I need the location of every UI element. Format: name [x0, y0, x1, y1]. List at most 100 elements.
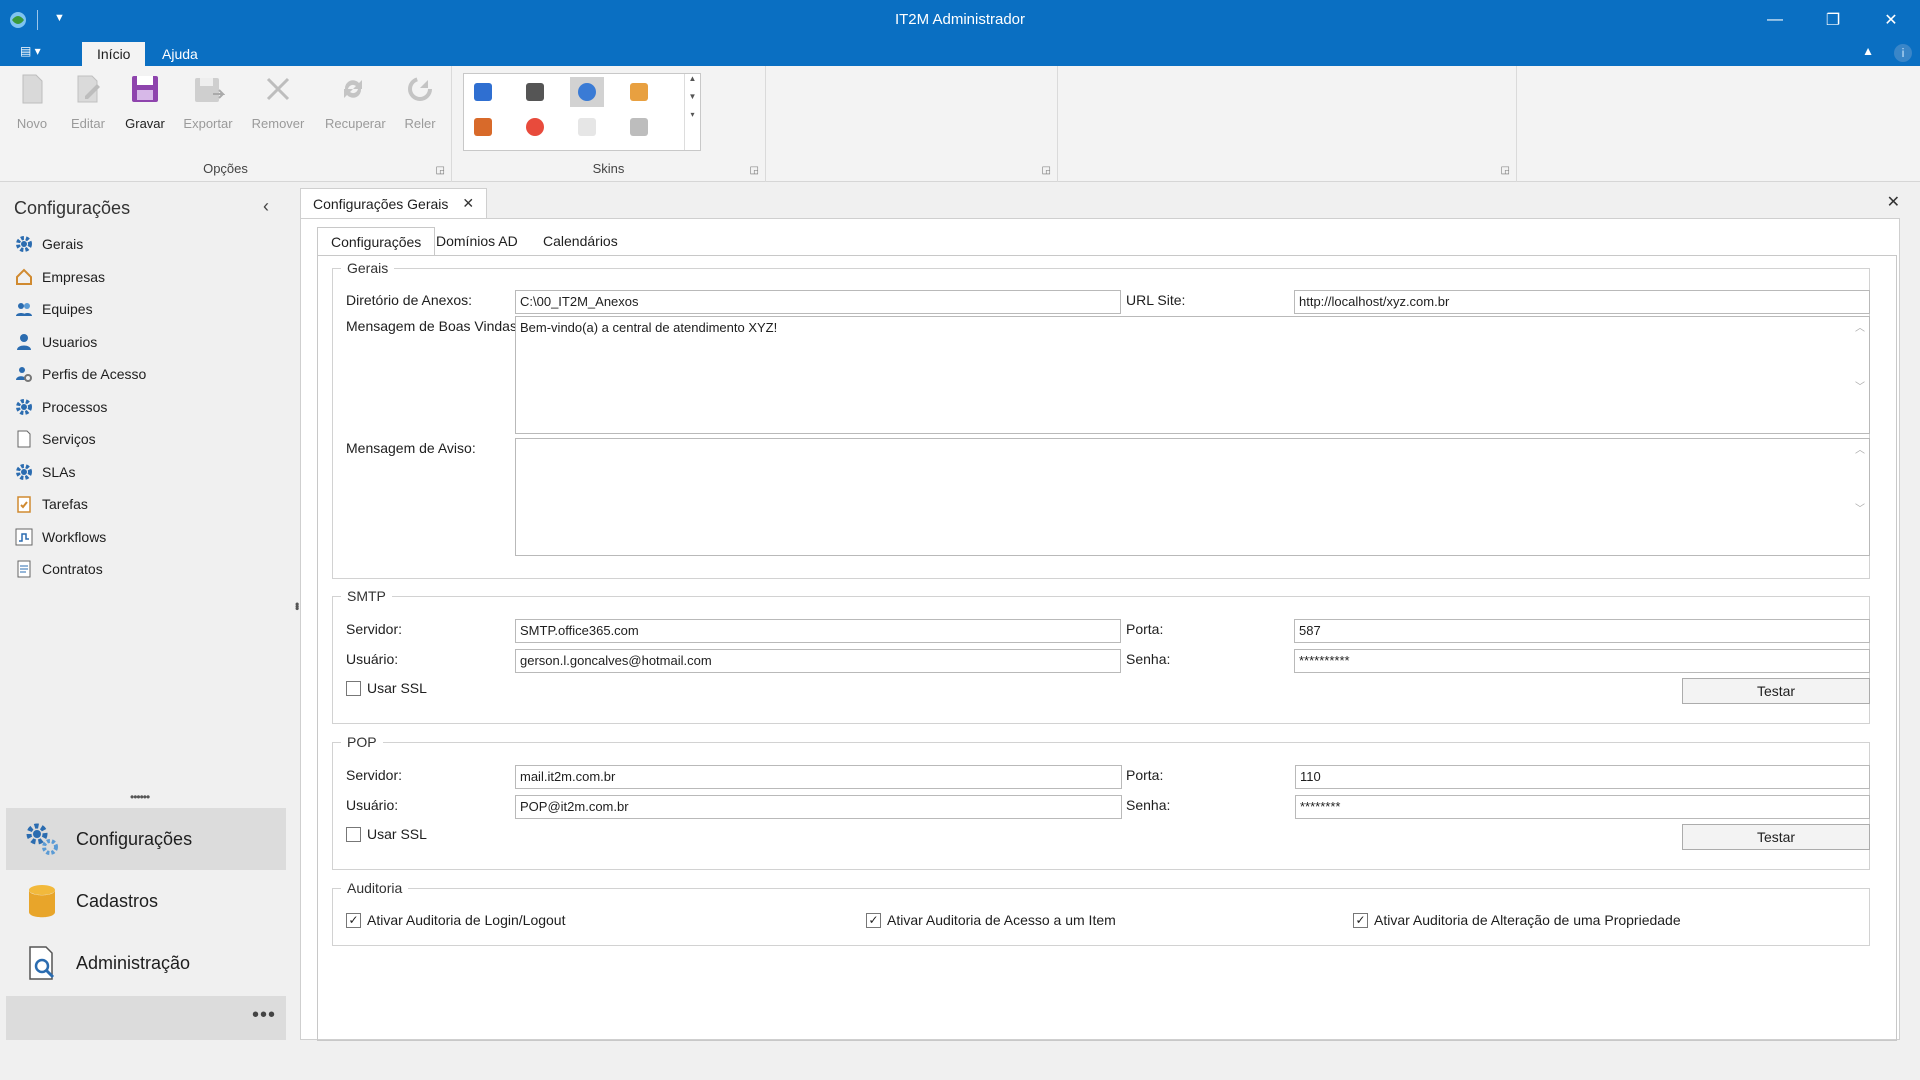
smtp-usar-ssl-checkbox[interactable]: Usar SSL — [346, 680, 427, 696]
group-pop-legend: POP — [347, 734, 377, 750]
sidebar-item-empresas[interactable]: Empresas — [14, 265, 105, 289]
checkbox-checked-icon[interactable]: ✓ — [866, 912, 881, 928]
restore-button[interactable]: ❐ — [1804, 0, 1862, 40]
sidebar-item-equipes[interactable]: Equipes — [14, 297, 93, 321]
gear-icon — [14, 462, 34, 482]
sidebar-item-usuarios[interactable]: Usuarios — [14, 330, 97, 354]
nav-group-configuracoes[interactable]: Configurações — [6, 808, 286, 870]
skin-option[interactable] — [570, 112, 604, 142]
boas-vindas-text: Bem-vindo(a) a central de atendimento XY… — [520, 320, 778, 335]
tab-ajuda[interactable]: Ajuda — [147, 42, 213, 66]
skin-option[interactable] — [518, 112, 552, 142]
tab-calendarios[interactable]: Calendários — [530, 227, 631, 255]
gravar-button[interactable]: Gravar — [117, 72, 173, 142]
smtp-testar-button[interactable]: Testar — [1682, 678, 1870, 704]
checkbox-checked-icon[interactable]: ✓ — [1353, 912, 1368, 928]
dialog-launcher-icon[interactable]: ◲ — [1501, 165, 1510, 176]
pop-servidor-field[interactable]: mail.it2m.com.br — [515, 765, 1122, 789]
skin-option[interactable] — [622, 112, 656, 142]
navigation-pane: Configurações ‹ Gerais Empresas Equipes … — [0, 182, 304, 1080]
group-smtp-legend: SMTP — [347, 588, 386, 604]
sidebar-item-perfis-de-acesso[interactable]: Perfis de Acesso — [14, 362, 146, 386]
pop-porta-field[interactable]: 110 — [1295, 765, 1870, 789]
sidebar-item-workflows[interactable]: Workflows — [14, 525, 106, 549]
novo-button[interactable]: Novo — [4, 72, 60, 142]
home-icon — [14, 267, 34, 287]
smtp-senha-field[interactable]: ********** — [1294, 649, 1870, 673]
checkbox-box[interactable] — [346, 826, 361, 842]
ribbon-group-skins: ▲ ▼ ▾ Skins ◲ — [452, 66, 766, 182]
textarea-scrollbar[interactable]: ︿ ﹀ — [1853, 319, 1867, 431]
gear-icon — [14, 397, 34, 417]
window-title: IT2M Administrador — [894, 11, 1026, 28]
gallery-scrollbar[interactable]: ▲ ▼ ▾ — [684, 74, 700, 150]
editar-button[interactable]: Editar — [60, 72, 116, 142]
application-menu-button[interactable]: ▤ ▾ — [20, 44, 60, 62]
remover-button[interactable]: Remover — [250, 72, 306, 142]
skin-option[interactable] — [466, 112, 500, 142]
dialog-launcher-icon[interactable]: ◲ — [436, 165, 445, 176]
pop-testar-button[interactable]: Testar — [1682, 824, 1870, 850]
collapse-pane-icon[interactable]: ‹ — [263, 196, 269, 217]
more-options-icon[interactable]: ••• — [252, 1004, 276, 1027]
auditoria-login-checkbox[interactable]: ✓ Ativar Auditoria de Login/Logout — [346, 912, 565, 928]
skin-option-selected[interactable] — [570, 77, 604, 107]
gear-icon — [14, 234, 34, 254]
recover-icon — [344, 80, 362, 98]
close-document-icon[interactable]: ✕ — [1887, 192, 1900, 212]
info-icon[interactable]: i — [1894, 44, 1912, 62]
smtp-usuario-field[interactable]: gerson.l.goncalves@hotmail.com — [515, 649, 1121, 673]
contract-icon — [14, 559, 34, 579]
tab-dominios-ad[interactable]: Domínios AD — [423, 227, 531, 255]
checkbox-checked-icon[interactable]: ✓ — [346, 912, 361, 928]
reler-button[interactable]: Reler — [392, 72, 448, 142]
export-icon — [195, 78, 225, 102]
close-tab-icon[interactable]: ✕ — [462, 195, 474, 212]
dialog-launcher-icon[interactable]: ◲ — [750, 165, 759, 176]
minimize-button[interactable]: — — [1746, 0, 1804, 40]
skin-option[interactable] — [466, 77, 500, 107]
workflow-icon — [14, 527, 34, 547]
smtp-porta-field[interactable]: 587 — [1294, 619, 1870, 643]
document-tab[interactable]: Configurações Gerais ✕ — [300, 188, 488, 218]
collapse-ribbon-icon[interactable]: ▲ — [1862, 44, 1874, 58]
nav-group-cadastros[interactable]: Cadastros — [6, 870, 286, 932]
dialog-launcher-icon[interactable]: ◲ — [1042, 165, 1051, 176]
pop-usuario-field[interactable]: POP@it2m.com.br — [515, 795, 1122, 819]
sidebar-item-slas[interactable]: SLAs — [14, 460, 75, 484]
nav-overflow-bar: ••• — [6, 996, 286, 1040]
pop-usar-ssl-checkbox[interactable]: Usar SSL — [346, 826, 427, 842]
smtp-senha-label: Senha: — [1126, 651, 1171, 667]
skin-option[interactable] — [518, 77, 552, 107]
smtp-servidor-field[interactable]: SMTP.office365.com — [515, 619, 1121, 643]
group-splitter-grip[interactable]: •••••• — [130, 790, 150, 804]
nav-group-administracao[interactable]: Administração — [6, 932, 286, 994]
aviso-textarea[interactable]: ︿ ﹀ — [515, 438, 1870, 556]
ribbon-group-label-opcoes: Opções — [203, 161, 248, 176]
auditoria-acesso-checkbox[interactable]: ✓ Ativar Auditoria de Acesso a um Item — [866, 912, 1116, 928]
pop-senha-field[interactable]: ******** — [1295, 795, 1870, 819]
clipboard-check-icon — [14, 494, 34, 514]
group-icon — [14, 299, 34, 319]
skin-option[interactable] — [622, 77, 656, 107]
dir-anexos-field[interactable]: C:\00_IT2M_Anexos — [515, 290, 1121, 314]
sidebar-item-tarefas[interactable]: Tarefas — [14, 492, 88, 516]
user-gear-icon — [14, 364, 34, 384]
checkbox-box[interactable] — [346, 680, 361, 696]
boas-vindas-textarea[interactable]: Bem-vindo(a) a central de atendimento XY… — [515, 316, 1870, 434]
user-icon — [14, 332, 34, 352]
sidebar-item-servicos[interactable]: Serviços — [14, 427, 96, 451]
close-window-button[interactable]: ✕ — [1862, 0, 1920, 40]
exportar-button[interactable]: Exportar — [180, 72, 236, 142]
sidebar-item-gerais[interactable]: Gerais — [14, 232, 83, 256]
auditoria-alteracao-checkbox[interactable]: ✓ Ativar Auditoria de Alteração de uma P… — [1353, 912, 1681, 928]
tab-inicio[interactable]: Início — [82, 42, 146, 66]
sidebar-item-processos[interactable]: Processos — [14, 395, 107, 419]
pop-senha-label: Senha: — [1126, 797, 1171, 813]
sidebar-item-contratos[interactable]: Contratos — [14, 557, 103, 581]
new-document-icon — [22, 74, 43, 104]
tab-configuracoes[interactable]: Configurações — [317, 227, 436, 255]
url-site-field[interactable]: http://localhost/xyz.com.br — [1294, 290, 1870, 314]
textarea-scrollbar[interactable]: ︿ ﹀ — [1853, 441, 1867, 553]
recuperar-button[interactable]: Recuperar — [325, 72, 386, 142]
